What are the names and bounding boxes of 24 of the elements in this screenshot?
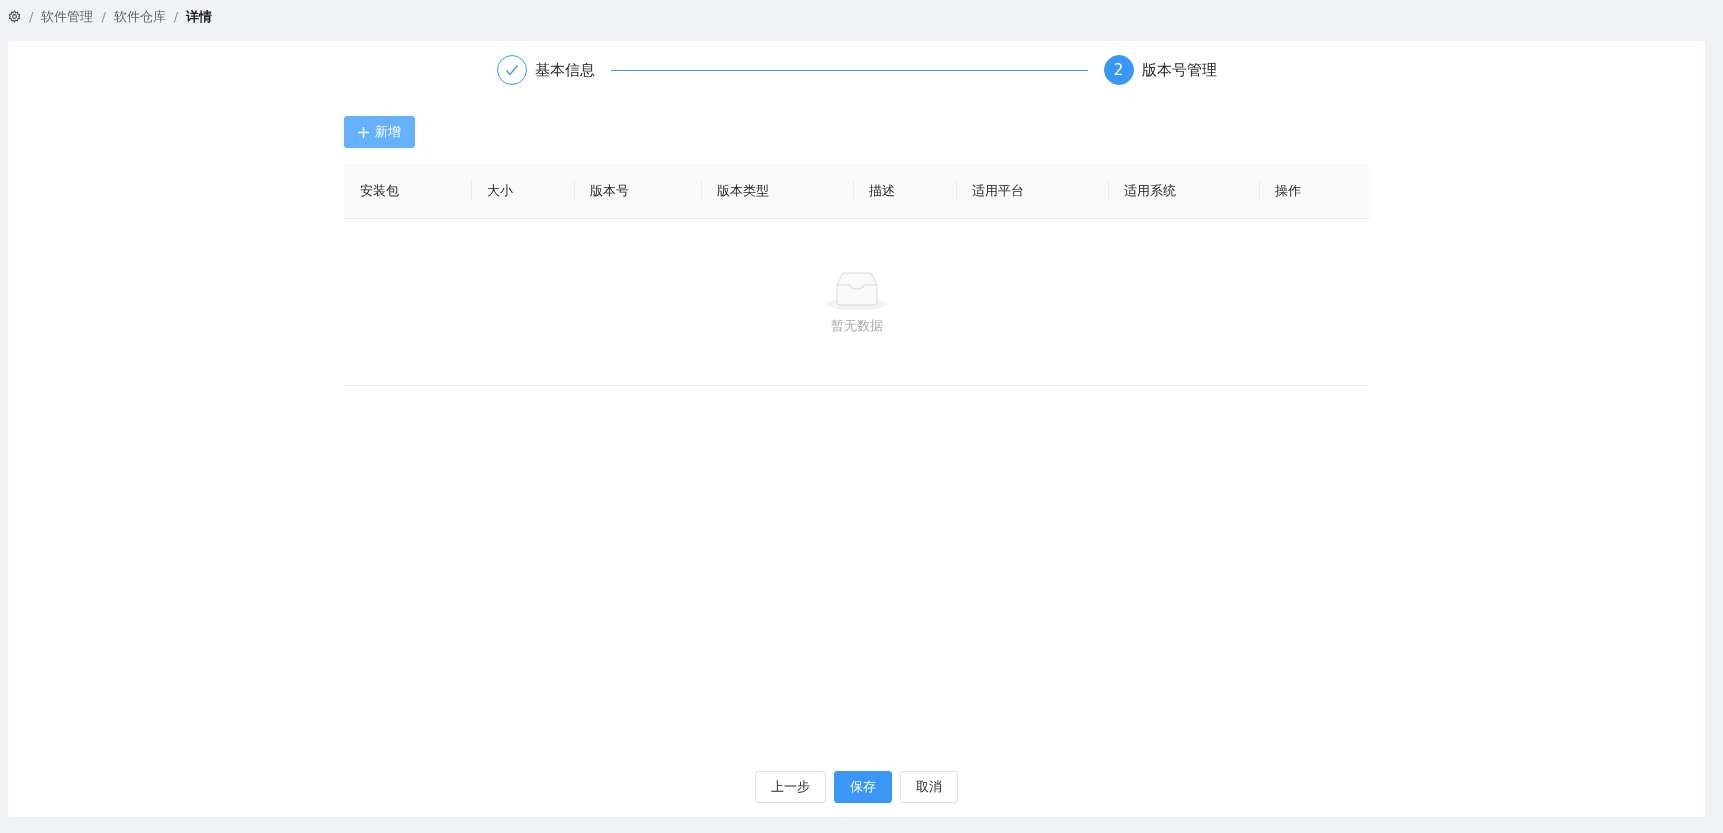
breadcrumb-item[interactable]: 软件仓库 — [113, 7, 166, 26]
column-header: 适用系统 — [1108, 164, 1259, 218]
column-header: 大小 — [471, 164, 574, 218]
column-header: 适用平台 — [956, 164, 1108, 218]
footer-button[interactable]: 取消 — [900, 771, 958, 803]
plus-icon — [358, 126, 369, 138]
breadcrumb-item[interactable]: 软件管理 — [41, 7, 94, 26]
save-button[interactable]: 保存 — [834, 771, 892, 803]
step-number: 2 — [1103, 55, 1134, 85]
empty-text: 暂无数据 — [830, 317, 883, 335]
column-header: 描述 — [853, 164, 956, 218]
breadcrumb-item: 详情 — [186, 7, 213, 26]
column-header: 安装包 — [359, 182, 400, 200]
breadcrumb-separator: / — [101, 9, 106, 24]
empty-inbox-icon — [826, 269, 887, 311]
column-header: 版本类型 — [701, 164, 853, 218]
breadcrumb-separator: / — [173, 9, 179, 24]
step-label: 版本号管理 — [1141, 60, 1217, 80]
step-label: 基本信息 — [534, 60, 595, 80]
settings-icon[interactable] — [8, 10, 21, 23]
breadcrumb-separator: / — [29, 9, 34, 24]
column-header: 操作 — [1259, 164, 1369, 218]
footer-button[interactable]: 上一步 — [755, 771, 826, 803]
column-header: 版本号 — [574, 164, 701, 218]
